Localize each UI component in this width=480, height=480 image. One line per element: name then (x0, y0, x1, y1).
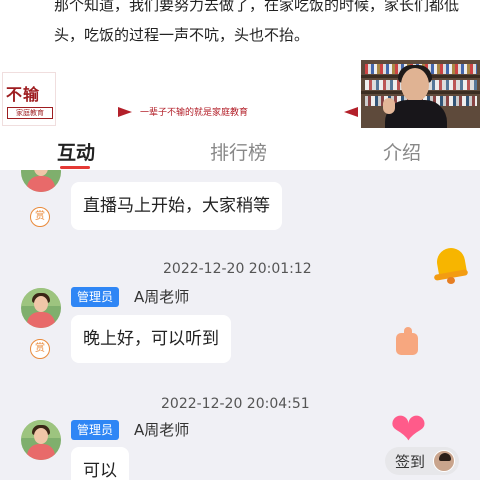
live-stage[interactable]: 那个知道，我们要努力去做了，在家吃饭的时候，家长们都低 头，吃饭的过程一声不吭，… (0, 0, 480, 132)
tab-leaderboard[interactable]: 排行榜 (210, 138, 267, 165)
bell-reaction-icon (433, 244, 469, 284)
checkin-avatar (433, 450, 455, 472)
admin-badge: 管理员 (71, 420, 120, 440)
message-timestamp: 2022-12-20 20:04:51 (161, 396, 310, 412)
presenter-video[interactable] (361, 60, 480, 128)
active-tab-indicator (60, 166, 90, 169)
tab-introduction[interactable]: 介绍 (383, 138, 421, 165)
sender-name[interactable]: A周老师 (134, 287, 189, 307)
logo-text: 不输 (6, 85, 41, 104)
checkin-label: 签到 (395, 453, 426, 471)
message-bubble: 可以 (71, 447, 129, 480)
thumbs-up-reaction-icon (396, 327, 418, 355)
presenter-face (401, 68, 429, 102)
slide-line-1: 那个知道，我们要努力去做了，在家吃饭的时候，家长们都低 (54, 0, 460, 14)
brand-logo: 不输 家庭教育 (2, 72, 56, 126)
slide-line-2: 头，吃饭的过程一声不吭，头也不抬。 (54, 26, 310, 44)
sender-name[interactable]: A周老师 (134, 420, 189, 440)
admin-badge: 管理员 (71, 287, 120, 307)
message-bubble: 直播马上开始，大家稍等 (71, 182, 282, 230)
presenter-hand (383, 98, 395, 114)
slogan-text: 一辈子不输的就是家庭教育 (140, 108, 249, 118)
tab-interaction[interactable]: 互动 (57, 138, 95, 165)
tab-bar: 互动 排行榜 介绍 (0, 132, 480, 170)
banner-arrow-right-icon (344, 107, 358, 117)
avatar[interactable] (21, 288, 61, 328)
slogan-banner: 一辈子不输的就是家庭教育 (118, 105, 358, 118)
logo-subtext: 家庭教育 (7, 107, 53, 119)
avatar[interactable] (21, 170, 61, 192)
message-bubble: 晚上好，可以听到 (71, 315, 231, 363)
checkin-button[interactable]: 签到 (385, 447, 459, 475)
reward-icon[interactable]: 赏 (30, 207, 50, 227)
message-timestamp: 2022-12-20 20:01:12 (163, 261, 312, 277)
avatar[interactable] (21, 420, 61, 460)
slide-text: 那个知道，我们要努力去做了，在家吃饭的时候，家长们都低 头，吃饭的过程一声不吭，… (54, 0, 460, 50)
reward-icon[interactable]: 赏 (30, 339, 50, 359)
banner-arrow-left-icon (118, 107, 132, 117)
heart-reaction-icon: ❤ (390, 404, 427, 455)
